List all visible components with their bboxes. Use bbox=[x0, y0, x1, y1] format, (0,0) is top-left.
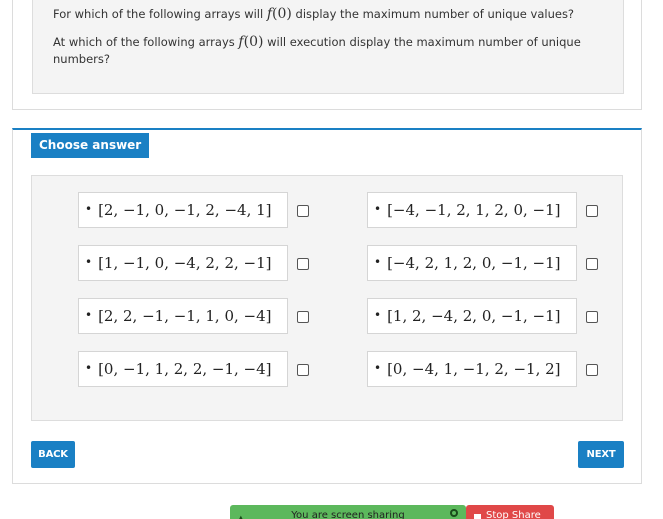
question-panel: For which of the following arrays will f… bbox=[12, 0, 642, 110]
answer-options-area: • [2, −1, 0, −1, 2, −4, 1] • [−4, −1, 2, 1… bbox=[31, 175, 623, 421]
gear-icon[interactable] bbox=[450, 509, 458, 517]
answer-option-5[interactable]: • [2, 2, −1, −1, 1, 0, −4] bbox=[78, 298, 288, 334]
stop-share-button[interactable]: Stop Share bbox=[466, 505, 554, 519]
answer-option-8[interactable]: • [0, −4, 1, −1, 2, −1, 2] bbox=[367, 351, 577, 387]
answer-checkbox-4[interactable] bbox=[586, 258, 598, 270]
answer-checkbox-6[interactable] bbox=[586, 311, 598, 323]
back-button[interactable]: BACK bbox=[31, 441, 75, 468]
answer-checkbox-2[interactable] bbox=[586, 205, 598, 217]
function-expression: f(0) bbox=[238, 34, 264, 50]
answer-checkbox-7[interactable] bbox=[297, 364, 309, 376]
answer-option-7[interactable]: • [0, −1, 1, 2, 2, −1, −4] bbox=[78, 351, 288, 387]
question-2-prefix: At which of the following arrays bbox=[53, 35, 235, 49]
function-expression: f(0) bbox=[266, 6, 292, 22]
next-button[interactable]: NEXT bbox=[578, 441, 624, 468]
screen-share-bar: ▲ You are screen sharing bbox=[230, 505, 466, 519]
answer-checkbox-1[interactable] bbox=[297, 205, 309, 217]
answer-option-3[interactable]: • [1, −1, 0, −4, 2, 2, −1] bbox=[78, 245, 288, 281]
arrow-up-icon: ▲ bbox=[237, 509, 245, 519]
question-1-prefix: For which of the following arrays will bbox=[53, 7, 264, 21]
question-box: For which of the following arrays will f… bbox=[32, 0, 624, 94]
stop-icon bbox=[474, 514, 481, 519]
answer-panel: Choose answer • [2, −1, 0, −1, 2, −4, 1] … bbox=[12, 128, 642, 484]
answer-checkbox-5[interactable] bbox=[297, 311, 309, 323]
answer-checkbox-8[interactable] bbox=[586, 364, 598, 376]
question-1-suffix: display the maximum number of unique val… bbox=[295, 7, 575, 21]
answer-option-1[interactable]: • [2, −1, 0, −1, 2, −4, 1] bbox=[78, 192, 288, 228]
answer-option-4[interactable]: • [−4, 2, 1, 2, 0, −1, −1] bbox=[367, 245, 577, 281]
choose-answer-label: Choose answer bbox=[31, 133, 150, 158]
question-text-2: At which of the following arrays f(0) wi… bbox=[53, 34, 603, 68]
answer-option-2[interactable]: • [−4, −1, 2, 1, 2, 0, −1] bbox=[367, 192, 577, 228]
answer-option-6[interactable]: • [1, 2, −4, 2, 0, −1, −1] bbox=[367, 298, 577, 334]
answer-checkbox-3[interactable] bbox=[297, 258, 309, 270]
stop-share-label: Stop Share bbox=[486, 510, 541, 519]
question-text-1: For which of the following arrays will f… bbox=[53, 6, 603, 23]
screen-share-status: You are screen sharing bbox=[291, 510, 405, 519]
